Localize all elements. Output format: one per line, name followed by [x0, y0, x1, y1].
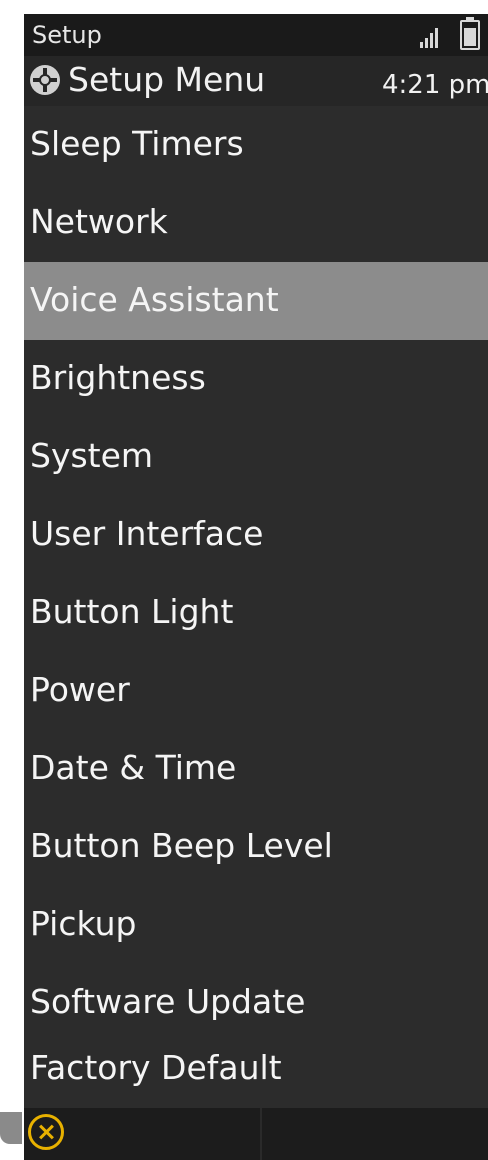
- menu-item-label: Sleep Timers: [30, 124, 244, 163]
- menu-item-power[interactable]: Power: [24, 652, 488, 730]
- menu-item-label: Software Update: [30, 982, 306, 1021]
- menu-item-label: Button Light: [30, 592, 234, 631]
- status-title: Setup: [32, 21, 102, 49]
- page-title: Setup Menu: [68, 60, 266, 99]
- battery-icon: [460, 17, 480, 50]
- menu-item-label: Button Beep Level: [30, 826, 333, 865]
- menu-item-button-beep-level[interactable]: Button Beep Level: [24, 808, 488, 886]
- menu-item-date-time[interactable]: Date & Time: [24, 730, 488, 808]
- clock-time: 4:21 pm: [382, 70, 488, 100]
- device-frame: Setup Setup Menu 4:21 pm Sleep Timers Ne…: [0, 0, 488, 1160]
- softkey-divider: [260, 1108, 262, 1160]
- menu-item-network[interactable]: Network: [24, 184, 488, 262]
- menu-item-label: Power: [30, 670, 130, 709]
- menu-item-label: User Interface: [30, 514, 264, 553]
- signal-bars-icon: [420, 26, 446, 48]
- menu-item-voice-assistant[interactable]: Voice Assistant: [24, 262, 488, 340]
- menu-item-label: Factory Default: [30, 1048, 282, 1087]
- setup-gear-icon: [30, 65, 60, 95]
- menu-item-brightness[interactable]: Brightness: [24, 340, 488, 418]
- device-screen: Setup Setup Menu 4:21 pm Sleep Timers Ne…: [24, 14, 488, 1160]
- softkey-bar: [24, 1108, 488, 1160]
- menu-item-user-interface[interactable]: User Interface: [24, 496, 488, 574]
- header: Setup Menu 4:21 pm: [24, 56, 488, 106]
- menu-item-label: Brightness: [30, 358, 206, 397]
- status-bar: Setup: [24, 14, 488, 56]
- device-bezel: [0, 1112, 22, 1144]
- menu-item-label: Network: [30, 202, 168, 241]
- menu-item-sleep-timers[interactable]: Sleep Timers: [24, 106, 488, 184]
- close-icon[interactable]: [28, 1114, 64, 1150]
- menu-item-label: Pickup: [30, 904, 137, 943]
- menu-item-label: System: [30, 436, 154, 475]
- menu-item-pickup[interactable]: Pickup: [24, 886, 488, 964]
- menu-item-factory-default[interactable]: Factory Default: [24, 1030, 488, 1108]
- menu-item-label: Date & Time: [30, 748, 237, 787]
- menu-item-system[interactable]: System: [24, 418, 488, 496]
- menu-item-button-light[interactable]: Button Light: [24, 574, 488, 652]
- menu-item-label: Voice Assistant: [30, 280, 279, 319]
